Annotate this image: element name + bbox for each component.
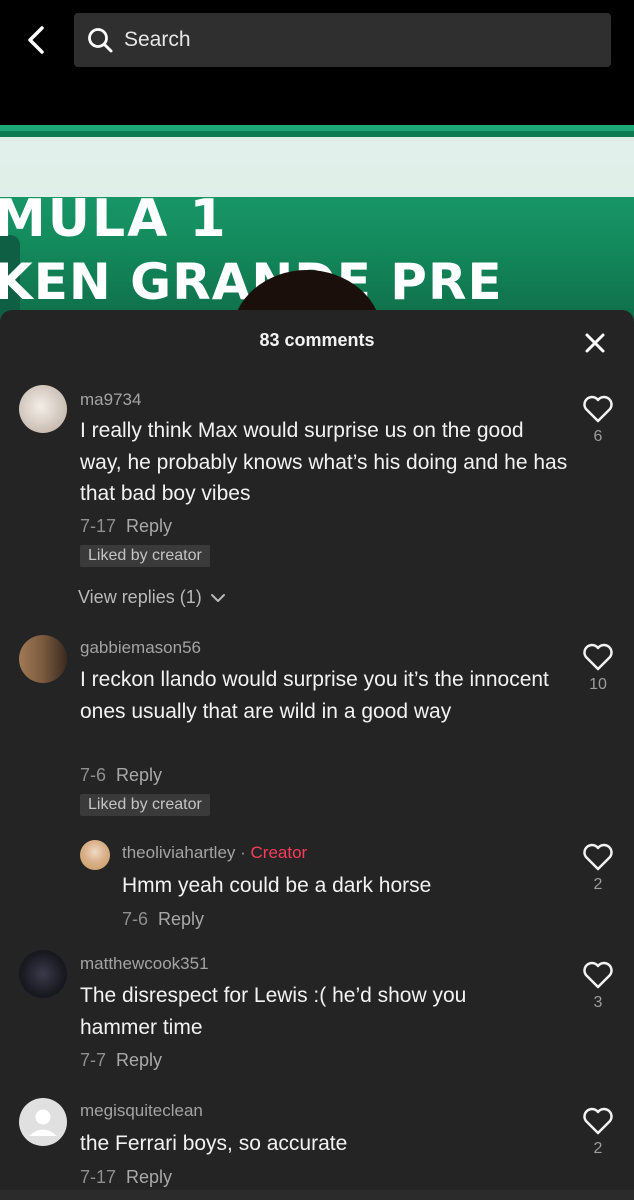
comment-input-edge [0, 1190, 634, 1200]
reply-button[interactable]: Reply [116, 765, 162, 785]
comment-text: I really think Max would surprise us on … [80, 419, 568, 505]
comment-text: I reckon llando would surprise you it’s … [80, 668, 549, 723]
reply-button[interactable]: Reply [126, 516, 172, 536]
reply-meta: 7-6 Reply [122, 909, 204, 930]
back-arrow-icon[interactable] [20, 22, 54, 58]
avatar[interactable] [19, 1098, 67, 1146]
heart-icon[interactable] [582, 842, 614, 872]
heart-icon[interactable] [582, 394, 614, 424]
avatar[interactable] [19, 950, 67, 998]
comment-date: 7-6 [80, 765, 107, 785]
default-avatar-icon [29, 1109, 57, 1136]
like-count: 2 [593, 1140, 603, 1157]
like-count: 3 [593, 994, 603, 1011]
search-input[interactable]: Search [74, 13, 611, 67]
reply-username[interactable]: theoliviahartley · Creator [122, 843, 307, 863]
heart-icon[interactable] [582, 642, 614, 672]
chevron-down-icon [210, 594, 225, 603]
liked-by-creator-badge: Liked by creator [80, 545, 210, 567]
comment-text: the Ferrari boys, so accurate [80, 1132, 348, 1155]
avatar[interactable] [19, 635, 67, 683]
view-replies-button[interactable]: View replies (1) [78, 587, 227, 608]
heart-icon[interactable] [582, 1106, 614, 1136]
reply-text: Hmm yeah could be a dark horse [122, 874, 432, 897]
liked-by-creator-badge: Liked by creator [80, 794, 210, 816]
reply-date: 7-6 [122, 909, 149, 929]
heart-icon[interactable] [582, 960, 614, 990]
video-frame[interactable]: MULA 1 KEN GRANDE PRE [0, 125, 634, 325]
reply-username-separator: · [235, 843, 251, 862]
creator-avatar[interactable] [80, 840, 110, 870]
comment-username[interactable]: gabbiemason56 [80, 638, 201, 658]
reply-button[interactable]: Reply [158, 909, 204, 929]
comments-sheet: 83 comments ma9734 I really think Max wo… [0, 310, 634, 1200]
like-count: 10 [589, 676, 607, 693]
reply-button[interactable]: Reply [126, 1167, 172, 1187]
comment-date: 7-17 [80, 1167, 117, 1187]
comment-meta: 7-17 Reply [80, 1167, 172, 1188]
comment-meta: 7-6 Reply [80, 765, 162, 786]
view-replies-label: View replies (1) [78, 587, 202, 607]
creator-label: Creator [250, 843, 308, 862]
like-count: 6 [593, 428, 603, 445]
avatar[interactable] [19, 385, 67, 433]
comment-username[interactable]: ma9734 [80, 390, 141, 410]
close-icon[interactable] [580, 328, 610, 358]
reply-username-text: theoliviahartley [122, 843, 236, 862]
search-placeholder: Search [124, 28, 191, 51]
like-count: 2 [593, 876, 603, 893]
video-banner-text-1: MULA 1 [0, 189, 228, 249]
top-bar: Search [0, 0, 634, 125]
comment-text: The disrespect for Lewis :( he’d show yo… [80, 984, 467, 1039]
comment-username[interactable]: megisquiteclean [80, 1101, 203, 1121]
comment-date: 7-17 [80, 516, 117, 536]
comments-count-title: 83 comments [259, 330, 375, 350]
comment-date: 7-7 [80, 1050, 107, 1070]
video-banner [0, 137, 634, 197]
search-icon [88, 28, 113, 53]
comment-username[interactable]: matthewcook351 [80, 954, 209, 974]
reply-button[interactable]: Reply [116, 1050, 162, 1070]
comment-meta: 7-17 Reply [80, 516, 172, 537]
comment-meta: 7-7 Reply [80, 1050, 162, 1071]
